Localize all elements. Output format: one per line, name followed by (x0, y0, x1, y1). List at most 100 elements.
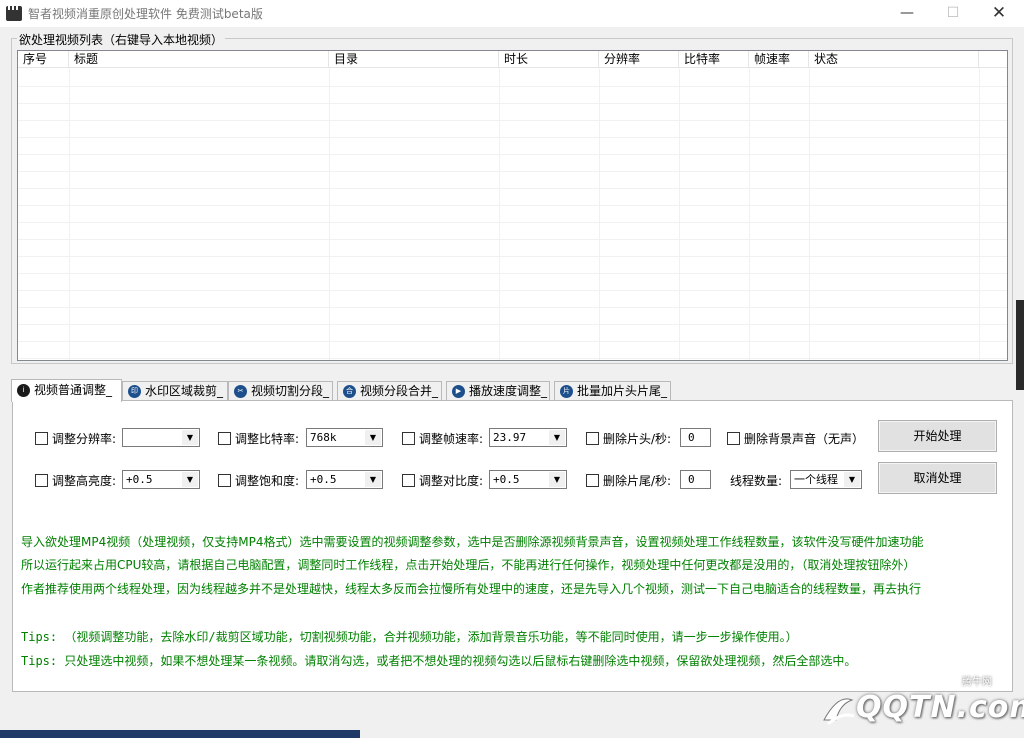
grid-column-line (679, 68, 680, 360)
brightness-select[interactable]: +0.5 ▼ (122, 470, 200, 489)
tab-basic-adjust[interactable]: i 视频普通调整_ (11, 379, 122, 402)
grid-row-line (18, 290, 1007, 291)
clapperboard-icon (6, 6, 22, 21)
info-line-3: 作者推荐使用两个线程处理，因为线程越多并不是处理越快，线程太多反而会拉慢所有处理… (21, 582, 922, 596)
tab-label: 视频切割分段_ (251, 384, 330, 398)
cut-head-input[interactable]: 0 (680, 428, 711, 447)
cut-icon: ✂ (234, 385, 247, 398)
grid-row-line (18, 307, 1007, 308)
grid-row-line (18, 358, 1007, 359)
column-header-directory[interactable]: 目录 (329, 51, 499, 68)
bitrate-select[interactable]: 768k ▼ (306, 428, 383, 447)
grid-column-line (329, 68, 330, 360)
saturation-value: +0.5 (310, 473, 337, 486)
resolution-checkbox[interactable] (35, 432, 48, 445)
tab-label: 视频普通调整_ (34, 383, 113, 397)
tab-strip: i 视频普通调整_ 印 水印区域裁剪_ ✂ 视频切割分段_ 合 视频分段合并_ … (11, 379, 711, 402)
tips-line-1: Tips: （视频调整功能，去除水印/裁剪区域功能，切割视频功能，合并视频功能，… (21, 630, 798, 644)
tab-label: 视频分段合并_ (360, 384, 439, 398)
resolution-label: 调整分辨率: (52, 432, 117, 446)
grid-row-line (18, 137, 1007, 138)
column-header-status[interactable]: 状态 (809, 51, 979, 68)
brightness-label: 调整高亮度: (52, 474, 117, 488)
framerate-value: 23.97 (493, 431, 527, 444)
resolution-select[interactable]: ▼ (122, 428, 200, 447)
contrast-select[interactable]: +0.5 ▼ (489, 470, 567, 489)
saturation-label: 调整饱和度: (235, 474, 300, 488)
info-line-1: 导入欲处理MP4视频（处理视频，仅支持MP4格式）选中需要设置的视频调整参数，选… (21, 535, 924, 549)
column-header-duration[interactable]: 时长 (499, 51, 599, 68)
chevron-down-icon: ▼ (365, 472, 381, 487)
grid-row-line (18, 154, 1007, 155)
chevron-down-icon: ▼ (844, 472, 860, 487)
tab-watermark-crop[interactable]: 印 水印区域裁剪_ (122, 381, 228, 401)
remove-audio-checkbox[interactable] (727, 432, 740, 445)
framerate-checkbox[interactable] (402, 432, 415, 445)
watermark-logo-icon (823, 698, 855, 726)
column-header-title[interactable]: 标题 (69, 51, 329, 68)
threads-label: 线程数量: (730, 474, 783, 488)
tab-panel-basic-adjust: 调整分辨率: ▼ 调整比特率: 768k ▼ 调整帧速率: 23.97 ▼ 删除片头… (12, 400, 1013, 692)
framerate-label: 调整帧速率: (419, 432, 484, 446)
bitrate-checkbox[interactable] (218, 432, 231, 445)
chevron-down-icon: ▼ (182, 472, 198, 487)
close-button[interactable]: ✕ (976, 0, 1022, 27)
cut-tail-label: 删除片尾/秒: (603, 474, 672, 488)
info-line-2: 所以运行起来占用CPU较高，请根据自己电脑配置，调整同时工作线程，点击开始处理后… (21, 558, 916, 572)
video-list-header: 序号 标题 目录 时长 分辨率 比特率 帧速率 状态 (18, 51, 1007, 68)
site-watermark: 腾牛网 QQTN.com (808, 672, 1024, 734)
framerate-select[interactable]: 23.97 ▼ (489, 428, 567, 447)
speed-icon: ▶ (452, 385, 465, 398)
tab-label: 水印区域裁剪_ (145, 384, 224, 398)
threads-value: 一个线程 (794, 473, 838, 486)
grid-row-line (18, 171, 1007, 172)
chevron-down-icon: ▼ (182, 430, 198, 445)
watermark-site-name: 腾牛网 (962, 677, 992, 688)
grid-row-line (18, 341, 1007, 342)
video-list[interactable]: 序号 标题 目录 时长 分辨率 比特率 帧速率 状态 (17, 50, 1008, 361)
cut-head-checkbox[interactable] (586, 432, 599, 445)
minimize-button[interactable]: — (884, 0, 930, 27)
contrast-checkbox[interactable] (402, 474, 415, 487)
cut-tail-checkbox[interactable] (586, 474, 599, 487)
tab-intro-outro[interactable]: 片 批量加片头片尾_ (554, 381, 671, 401)
cut-head-label: 删除片头/秒: (603, 432, 672, 446)
saturation-select[interactable]: +0.5 ▼ (306, 470, 383, 489)
bitrate-label: 调整比特率: (235, 432, 300, 446)
grid-row-line (18, 222, 1007, 223)
cancel-processing-button[interactable]: 取消处理 (878, 462, 997, 494)
grid-row-line (18, 188, 1007, 189)
tips-line-2: Tips: 只处理选中视频，如果不想处理某一条视频。请取消勾选，或者把不想处理的… (21, 654, 857, 668)
watermark-logo-text: QQTN.com (856, 690, 1024, 725)
grid-row-line (18, 324, 1007, 325)
cut-tail-input[interactable]: 0 (680, 470, 711, 489)
column-header-resolution[interactable]: 分辨率 (599, 51, 679, 68)
grid-row-line (18, 120, 1007, 121)
brightness-checkbox[interactable] (35, 474, 48, 487)
tab-video-cut[interactable]: ✂ 视频切割分段_ (228, 381, 333, 401)
start-processing-button[interactable]: 开始处理 (878, 420, 997, 452)
window-title: 智者视频消重原创处理软件 免费测试beta版 (28, 7, 263, 21)
app-window: 智者视频消重原创处理软件 免费测试beta版 — ☐ ✕ 欲处理视频列表（右键导… (0, 0, 1024, 738)
grid-row-line (18, 86, 1007, 87)
remove-audio-label: 删除背景声音（无声） (744, 432, 865, 446)
contrast-value: +0.5 (493, 473, 520, 486)
tab-video-merge[interactable]: 合 视频分段合并_ (337, 381, 442, 401)
threads-select[interactable]: 一个线程 ▼ (790, 470, 862, 489)
tab-speed-adjust[interactable]: ▶ 播放速度调整_ (446, 381, 550, 401)
column-header-index[interactable]: 序号 (18, 51, 69, 68)
column-header-framerate[interactable]: 帧速率 (749, 51, 809, 68)
title-bar[interactable]: 智者视频消重原创处理软件 免费测试beta版 — ☐ ✕ (0, 0, 1024, 27)
maximize-button[interactable]: ☐ (930, 0, 976, 27)
grid-row-line (18, 239, 1007, 240)
grid-column-line (69, 68, 70, 360)
saturation-checkbox[interactable] (218, 474, 231, 487)
tab-label: 播放速度调整_ (469, 384, 548, 398)
merge-icon: 合 (343, 385, 356, 398)
contrast-label: 调整对比度: (419, 474, 484, 488)
clip-icon: 片 (560, 385, 573, 398)
grid-column-line (749, 68, 750, 360)
column-header-bitrate[interactable]: 比特率 (679, 51, 749, 68)
grid-column-line (499, 68, 500, 360)
background-edge (1016, 300, 1024, 390)
